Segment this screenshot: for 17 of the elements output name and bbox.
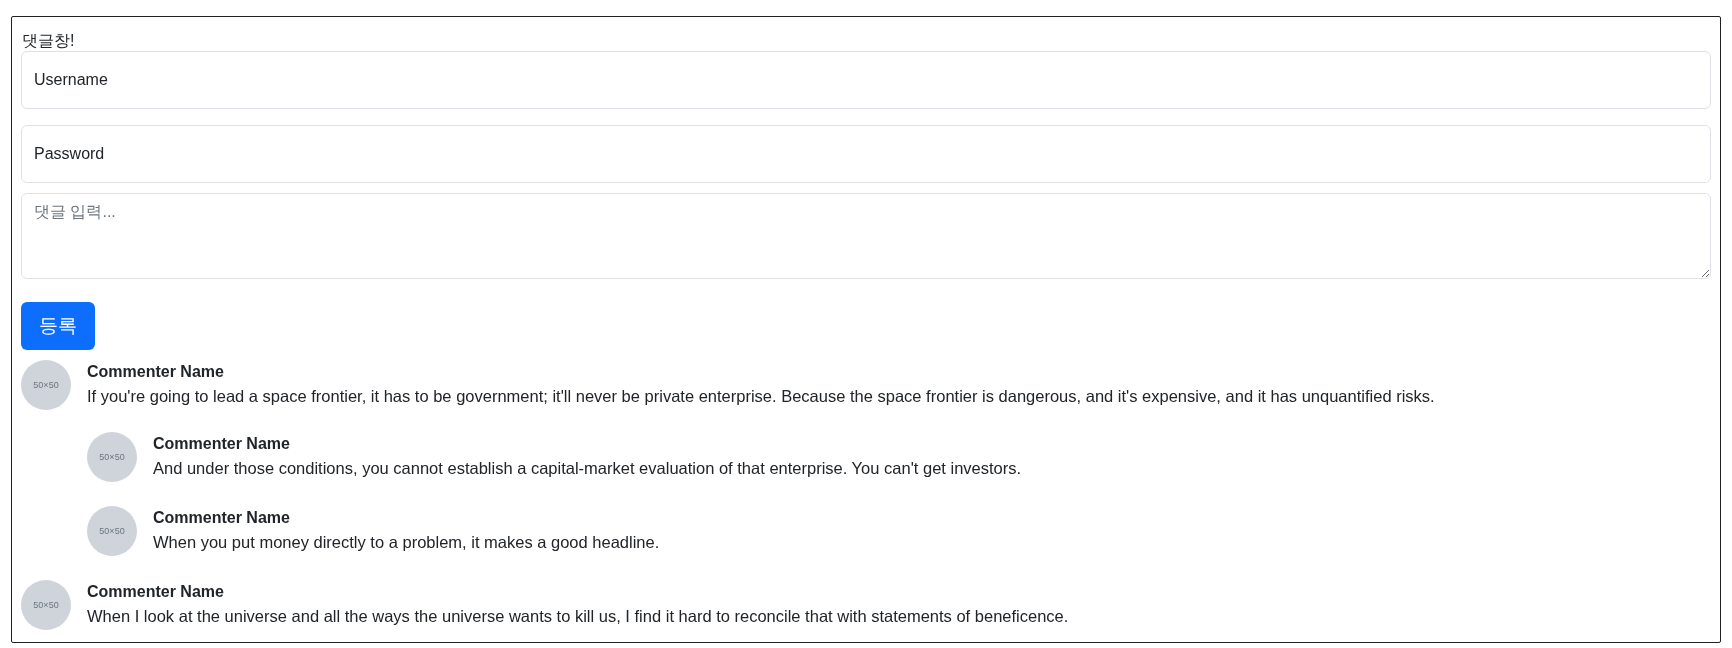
password-field[interactable]: Password	[21, 125, 1711, 183]
comment-text: If you're going to lead a space frontier, it has to be government; it'll never be private enterprise. Because the space frontier is dangerous, and it's expensive, and it has unquantified risks.	[87, 386, 1435, 407]
avatar-size-label: 50×50	[99, 526, 125, 536]
comment-text: And under those conditions, you cannot establish a capital-market evaluation of that enterprise. You can't get investors.	[153, 458, 1022, 479]
avatar-size-label: 50×50	[33, 600, 59, 610]
commenter-name: Commenter Name	[87, 582, 225, 602]
panel-title: 댓글창!	[22, 31, 76, 51]
comment-text: When you put money directly to a problem, it makes a good headline.	[153, 532, 660, 553]
avatar-size-label: 50×50	[33, 380, 59, 390]
commenter-name: Commenter Name	[153, 434, 291, 454]
comment-input[interactable]: 댓글 입력...	[21, 193, 1711, 279]
submit-button[interactable]: 등록	[21, 302, 95, 350]
avatar-size-label: 50×50	[99, 452, 125, 462]
commenter-name: Commenter Name	[153, 508, 291, 528]
username-field[interactable]: Username	[21, 51, 1711, 109]
commenter-name: Commenter Name	[87, 362, 225, 382]
comment-text: When I look at the universe and all the ways the universe wants to kill us, I find it hard to reconcile that with statements of beneficence.	[87, 606, 1069, 627]
